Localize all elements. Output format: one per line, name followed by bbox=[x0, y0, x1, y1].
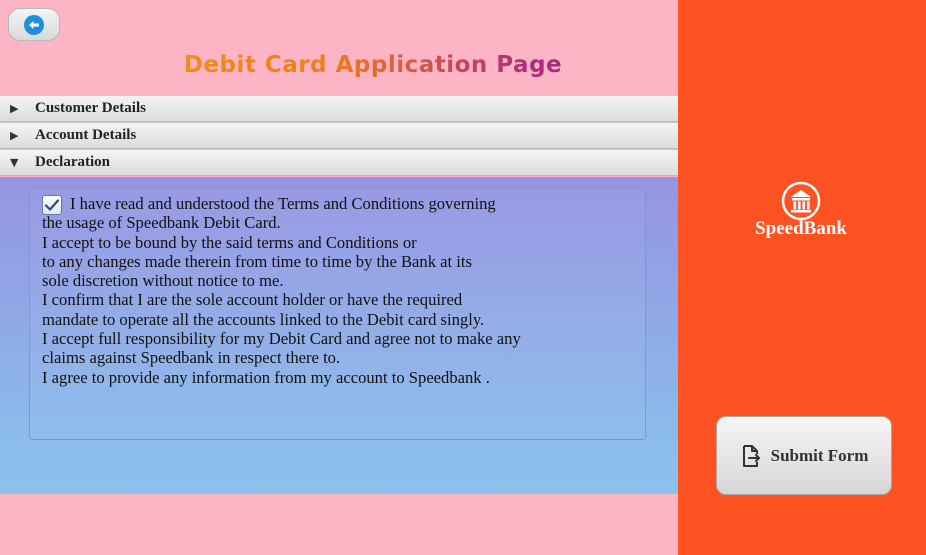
back-arrow-icon bbox=[24, 14, 44, 35]
declaration-line: sole discretion without notice to me. bbox=[42, 271, 284, 291]
collapsed-arrow-icon: ▶ bbox=[10, 102, 19, 115]
declaration-text: I have read and understood the Terms and… bbox=[42, 194, 642, 387]
accordion-label: Declaration bbox=[35, 154, 110, 170]
bank-building-icon bbox=[781, 181, 821, 221]
accordion-declaration[interactable]: ▼ Declaration bbox=[0, 149, 678, 176]
submit-form-label: Submit Form bbox=[770, 445, 869, 465]
accordion-account-details[interactable]: ▶ Account Details bbox=[0, 122, 678, 149]
declaration-line: to any changes made therein from time to… bbox=[42, 251, 472, 271]
declaration-line: I accept full responsibility for my Debi… bbox=[42, 329, 521, 349]
declaration-line: I accept to be bound by the said terms a… bbox=[42, 232, 417, 252]
speedbank-logo: SpeedBank bbox=[736, 180, 866, 240]
accordion-label: Account Details bbox=[35, 127, 137, 143]
declaration-line: claims against Speedbank in respect ther… bbox=[42, 348, 341, 368]
back-button[interactable] bbox=[8, 8, 60, 41]
declaration-line: the usage of Speedbank Debit Card. bbox=[42, 213, 281, 233]
file-export-icon bbox=[742, 444, 760, 467]
declaration-line: I confirm that I are the sole account ho… bbox=[42, 290, 463, 310]
declaration-line: I agree to provide any information from … bbox=[42, 367, 490, 387]
declaration-line: mandate to operate all the accounts link… bbox=[42, 309, 485, 329]
declaration-panel: I have read and understood the Terms and… bbox=[0, 177, 678, 494]
accordion-label: Customer Details bbox=[35, 100, 146, 116]
declaration-text-area: I have read and understood the Terms and… bbox=[29, 188, 646, 440]
declaration-line: I have read and understood the Terms and… bbox=[70, 194, 496, 213]
expanded-arrow-icon: ▼ bbox=[10, 156, 19, 169]
page-title: Debit Card Application Page bbox=[0, 52, 746, 78]
accordion-customer-details[interactable]: ▶ Customer Details bbox=[0, 95, 678, 122]
collapsed-arrow-icon: ▶ bbox=[10, 129, 19, 142]
brand-name: SpeedBank bbox=[755, 218, 847, 239]
submit-form-button[interactable]: Submit Form bbox=[716, 416, 892, 495]
